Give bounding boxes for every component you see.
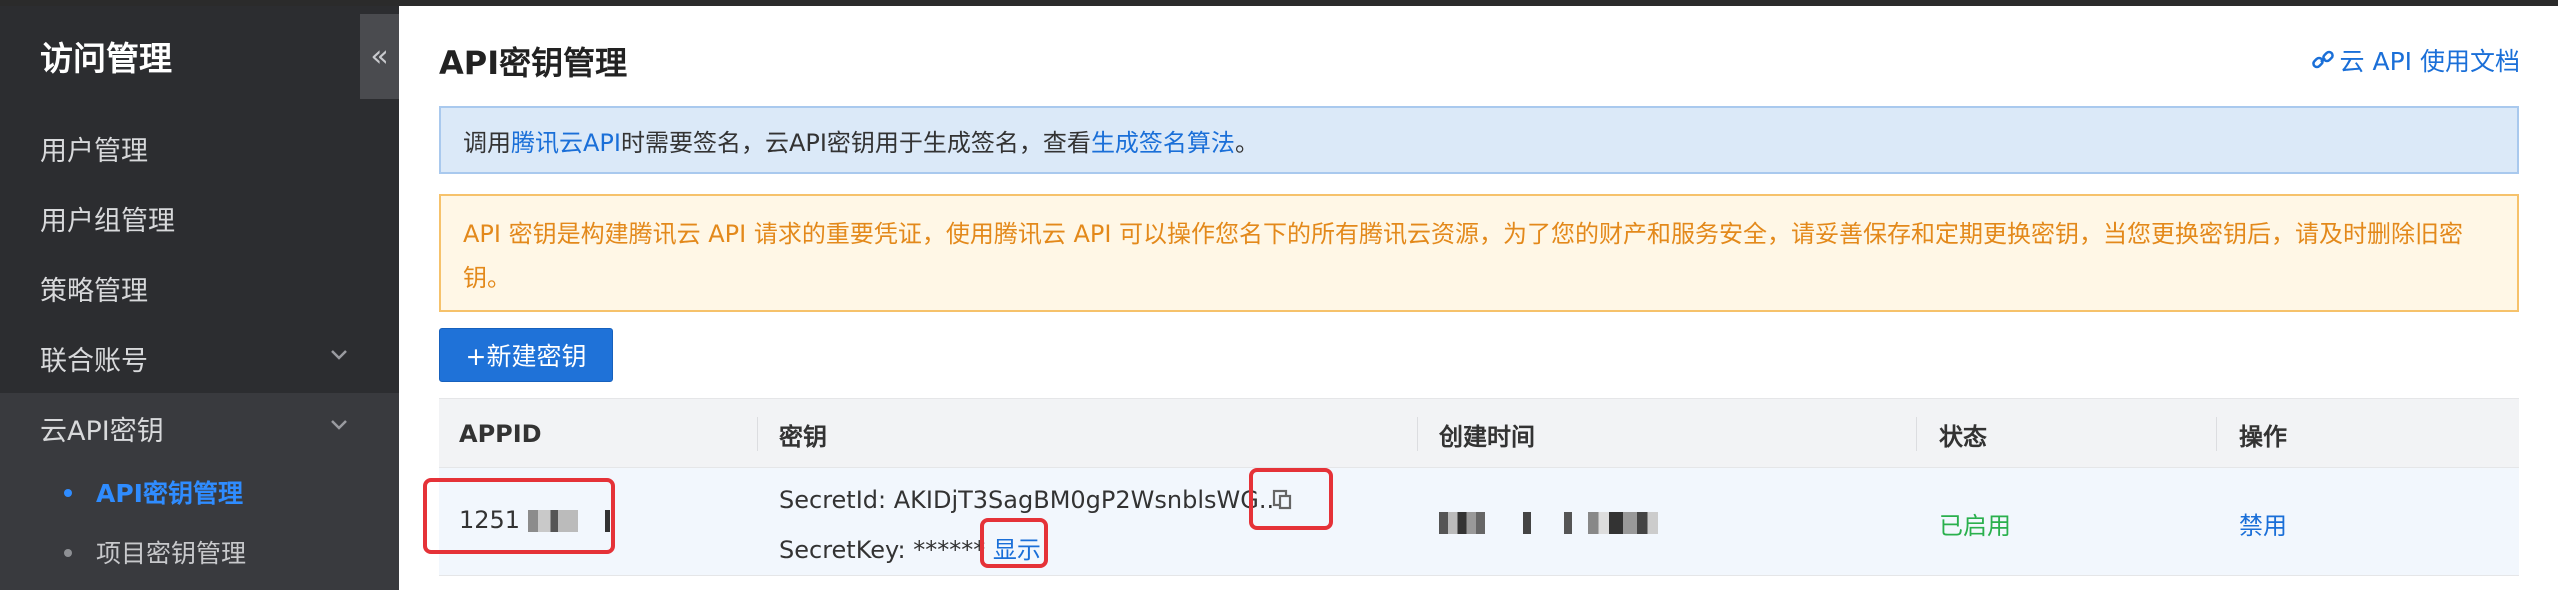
sidebar-subitem-label: API密钥管理 [96,479,243,508]
sidebar-subitem-api-key-management[interactable]: API密钥管理 [0,462,399,522]
sidebar-subitem-label: 项目密钥管理 [96,539,247,568]
sidebar-item-label: 用户组管理 [40,205,175,237]
info-notice: 调用 腾讯云API 时需要签名，云API密钥用于生成签名，查看 生成签名算法 。 [439,106,2519,174]
redacted-time [1564,512,1573,534]
bullet-icon [64,549,72,557]
chevron-down-icon [331,350,347,360]
sidebar-item-cloud-api-keys[interactable]: 云API密钥 [0,393,399,463]
highlight-box [423,478,615,554]
column-header-key: 密钥 [779,422,827,451]
sidebar-item-label: 策略管理 [40,275,148,307]
table-row: 1251 SecretId: AKIDjT3SagBM0gP2WsnblsWG.… [423,468,2519,576]
redacted-date [1439,512,1485,534]
warning-text: API 密钥是构建腾讯云 API 请求的重要凭证，使用腾讯云 API 可以操作您… [463,220,2464,292]
bullet-icon [64,489,72,497]
highlight-box [1249,468,1333,530]
disable-key-link[interactable]: 禁用 [2239,506,2287,541]
info-text-suffix: 。 [1234,128,1259,157]
table-header: APPID 密钥 创建时间 状态 操作 [439,398,2519,468]
created-time-cell [1439,508,1658,536]
sidebar-item-policies[interactable]: 策略管理 [0,253,399,323]
column-header-status: 状态 [1939,422,1987,451]
column-divider [1417,417,1418,451]
page-title: API密钥管理 [439,44,628,82]
secret-key-text: SecretKey: ****** [779,536,986,564]
column-header-appid: APPID [459,420,542,448]
status-enabled: 已启用 [1939,512,2011,540]
redacted-time [1587,512,1658,534]
sidebar-title: 访问管理 [40,39,172,78]
info-text-middle: 时需要签名，云API密钥用于生成签名，查看 [620,128,1091,157]
column-divider [1916,417,1917,451]
sidebar-item-label: 联合账号 [40,345,148,377]
highlight-box [980,518,1048,568]
api-docs-link-label: 云 API 使用文档 [2339,47,2520,76]
signature-algorithm-link[interactable]: 生成签名算法 [1091,123,1235,158]
sidebar-item-label: 用户管理 [40,135,148,167]
sidebar-item-users[interactable]: 用户管理 [0,113,399,183]
api-docs-link[interactable]: 云 API 使用文档 [2310,42,2520,78]
column-divider [2216,417,2217,451]
link-icon [2311,50,2334,69]
main-content: API密钥管理 云 API 使用文档 调用 腾讯云API 时需要签名，云API密… [399,6,2558,590]
create-key-button[interactable]: +新建密钥 [439,328,613,382]
sidebar-item-label: 云API密钥 [40,415,164,447]
chevron-down-icon [331,420,347,430]
column-divider [757,417,758,451]
info-text-prefix: 调用 [463,128,511,157]
secret-id-text: SecretId: AKIDjT3SagBM0gP2WsnblsWG.. [779,486,1275,514]
column-header-actions: 操作 [2239,422,2287,451]
sidebar-subitem-project-key-management[interactable]: 项目密钥管理 [0,522,399,582]
tencent-cloud-api-link[interactable]: 腾讯云API [511,123,621,158]
sidebar: 访问管理 « 用户管理 用户组管理 策略管理 联合账号 云API密钥 API密钥… [0,6,399,590]
sidebar-item-user-groups[interactable]: 用户组管理 [0,183,399,253]
warning-notice: API 密钥是构建腾讯云 API 请求的重要凭证，使用腾讯云 API 可以操作您… [439,194,2519,312]
redacted-date [1522,512,1531,534]
collapse-sidebar-icon[interactable]: « [360,14,399,99]
sidebar-item-federated-accounts[interactable]: 联合账号 [0,323,399,393]
column-header-created: 创建时间 [1439,422,1535,451]
